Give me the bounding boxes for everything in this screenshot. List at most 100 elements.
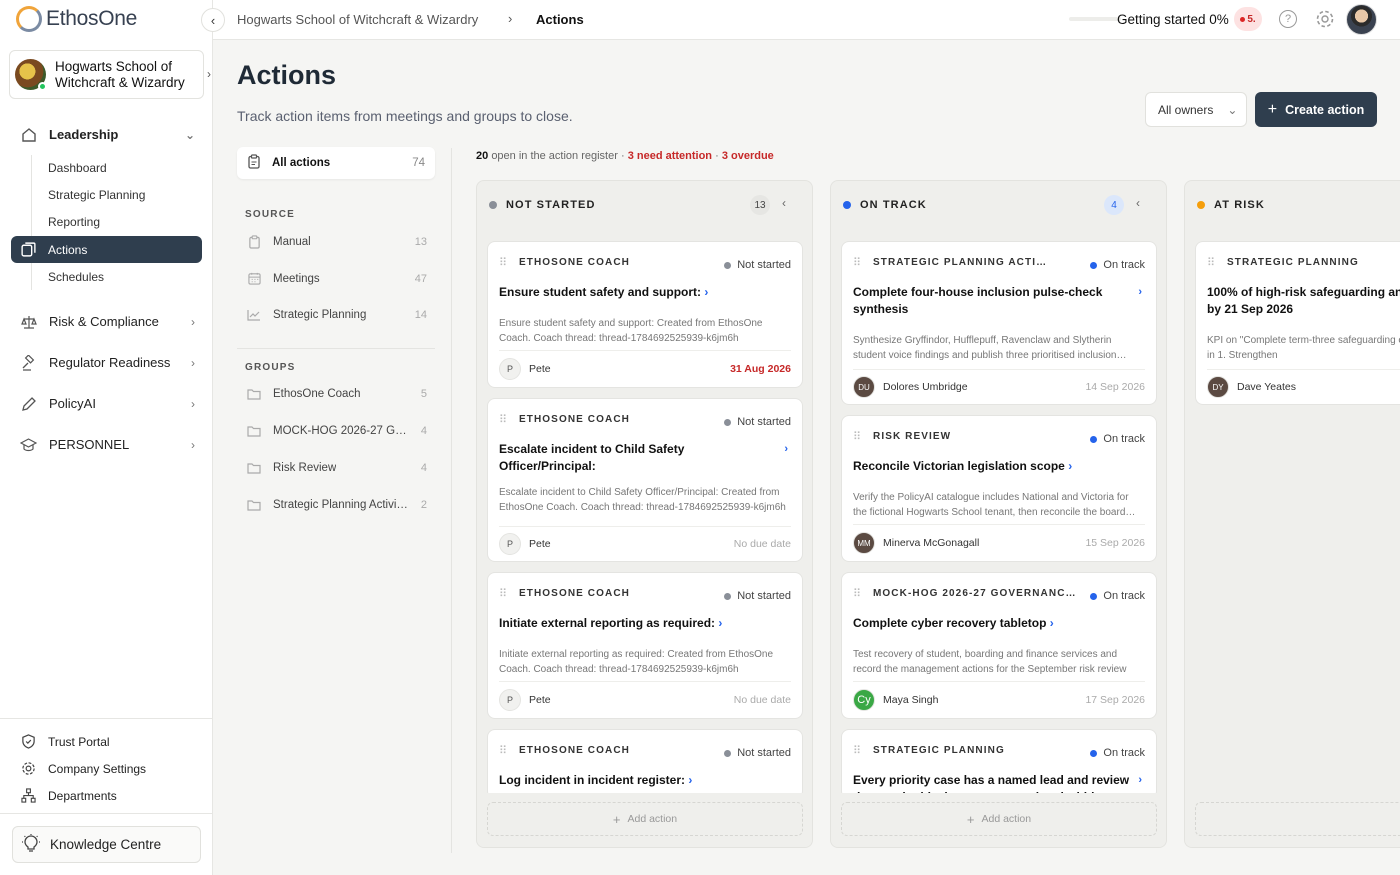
drag-handle-icon[interactable]: ⠿ xyxy=(853,744,861,757)
card-group-label: STRATEGIC PLANNING ACTIVITIES xyxy=(873,257,1053,268)
notification-badge[interactable]: 5. xyxy=(1234,7,1262,31)
sidebar-item-dashboard[interactable]: Dashboard xyxy=(48,161,107,175)
add-action-button[interactable]: +Add action xyxy=(1195,802,1400,836)
chevron-right-icon[interactable]: › xyxy=(207,67,211,81)
drag-handle-icon[interactable]: ⠿ xyxy=(499,744,507,757)
card-status[interactable]: Not started xyxy=(724,259,791,271)
card-title[interactable]: 100% of high-risk safeguarding and evide… xyxy=(1207,284,1400,318)
filter-source-strategic-planning[interactable]: Strategic Planning 14 xyxy=(247,309,427,321)
card-status[interactable]: On track xyxy=(1090,590,1145,602)
filter-count: 74 xyxy=(412,157,425,169)
drag-handle-icon[interactable]: ⠿ xyxy=(853,587,861,600)
nav-group-personnel[interactable]: PERSONNEL › xyxy=(20,436,195,453)
app-logo[interactable]: EthosOne xyxy=(16,5,137,33)
action-card[interactable]: ⠿ ETHOSONE COACH Not started Escalate incid… xyxy=(487,398,803,562)
open-card-chevron-icon[interactable]: › xyxy=(715,616,722,630)
drag-handle-icon[interactable]: ⠿ xyxy=(1207,256,1215,269)
sidebar-item-reporting[interactable]: Reporting xyxy=(48,215,100,229)
collapse-column-chevron-icon[interactable]: ‹ xyxy=(782,196,786,210)
create-action-button[interactable]: + Create action xyxy=(1255,92,1377,127)
open-card-chevron-icon[interactable]: › xyxy=(701,285,708,299)
collapse-sidebar-button[interactable]: ‹ xyxy=(201,8,225,32)
filter-group-mock-hog-governance[interactable]: MOCK-HOG 2026-27 Governance 4 xyxy=(247,425,427,437)
drag-handle-icon[interactable]: ⠿ xyxy=(499,256,507,269)
add-action-button[interactable]: +Add action xyxy=(487,802,803,836)
card-owner[interactable]: P Pete xyxy=(499,533,551,555)
card-title[interactable]: Complete four-house inclusion pulse-chec… xyxy=(853,284,1133,318)
filter-group-ethosone-coach[interactable]: EthosOne Coach 5 xyxy=(247,388,427,400)
card-status[interactable]: Not started xyxy=(724,416,791,428)
need-attention-link[interactable]: 3 need attention xyxy=(628,150,712,162)
user-avatar[interactable] xyxy=(1346,4,1377,35)
collapse-column-chevron-icon[interactable]: ‹ xyxy=(1136,196,1140,210)
card-owner[interactable]: P Pete xyxy=(499,689,551,711)
ethosone-logo-icon xyxy=(16,6,42,32)
filter-all-actions[interactable]: All actions 74 xyxy=(237,147,435,179)
sidebar-item-strategic-planning[interactable]: Strategic Planning xyxy=(48,188,145,202)
card-title[interactable]: Log incident in incident register: › xyxy=(499,772,779,789)
card-owner[interactable]: P Pete xyxy=(499,358,551,380)
card-title[interactable]: Ensure student safety and support: › xyxy=(499,284,779,301)
card-status[interactable]: Not started xyxy=(724,747,791,759)
sidebar-item-departments[interactable]: Departments xyxy=(20,788,117,803)
action-card[interactable]: ⠿ ETHOSONE COACH Not started Ensure student… xyxy=(487,241,803,388)
card-status-label: On track xyxy=(1103,259,1145,271)
nav-group-policyai[interactable]: PolicyAI › xyxy=(20,395,195,412)
drag-handle-icon[interactable]: ⠿ xyxy=(853,256,861,269)
owner-name: Dolores Umbridge xyxy=(883,381,968,393)
drag-handle-icon[interactable]: ⠿ xyxy=(499,413,507,426)
card-owner[interactable]: DY Dave Yeates xyxy=(1207,376,1296,398)
nav-group-leadership[interactable]: Leadership ⌄ xyxy=(20,126,195,143)
filter-source-meetings[interactable]: Meetings 47 xyxy=(247,272,427,285)
action-card[interactable]: ⠿ ETHOSONE COACH Not started Initiate exter… xyxy=(487,572,803,719)
open-card-chevron-icon[interactable]: › xyxy=(1065,459,1072,473)
action-card[interactable]: ⠿ STRATEGIC PLANNING On track Every priorit… xyxy=(841,729,1157,804)
sidebar-item-schedules[interactable]: Schedules xyxy=(48,270,104,284)
help-icon[interactable]: ? xyxy=(1279,10,1297,28)
action-card[interactable]: ⠿ ETHOSONE COACH Not started Log incident i… xyxy=(487,729,803,799)
drag-handle-icon[interactable]: ⠿ xyxy=(499,587,507,600)
open-card-chevron-icon[interactable]: › xyxy=(1046,616,1054,630)
nav-group-regulator-readiness[interactable]: Regulator Readiness › xyxy=(20,354,195,371)
actions-icon xyxy=(20,241,37,263)
sidebar-item-actions[interactable]: Actions xyxy=(48,243,87,257)
card-status[interactable]: On track xyxy=(1090,259,1145,271)
owners-filter-select[interactable]: All owners ⌄ xyxy=(1145,92,1247,127)
add-action-button[interactable]: +Add action xyxy=(841,802,1157,836)
getting-started-link[interactable]: Getting started 0% xyxy=(1117,12,1229,27)
org-switcher[interactable]: Hogwarts School of Witchcraft & Wizardry xyxy=(9,50,204,99)
open-card-chevron-icon[interactable]: › xyxy=(784,443,788,455)
card-title[interactable]: Initiate external reporting as required:… xyxy=(499,615,779,632)
action-card[interactable]: ⠿ STRATEGIC PLANNING 100% of high-risk saf… xyxy=(1195,241,1400,405)
drag-handle-icon[interactable]: ⠿ xyxy=(853,430,861,443)
action-card[interactable]: ⠿ RISK REVIEW On track Reconcile Victorian … xyxy=(841,415,1157,562)
action-card[interactable]: ⠿ MOCK-HOG 2026-27 GOVERNANCE ... On track… xyxy=(841,572,1157,719)
chevron-down-icon: ⌄ xyxy=(1227,102,1238,117)
open-card-chevron-icon[interactable]: › xyxy=(685,773,692,787)
filter-group-strategic-planning-activities[interactable]: Strategic Planning Activities 2 xyxy=(247,499,427,511)
overdue-link[interactable]: 3 overdue xyxy=(722,150,774,162)
status-dot-icon xyxy=(1090,592,1098,600)
filter-group-risk-review[interactable]: Risk Review 4 xyxy=(247,462,427,474)
card-title[interactable]: Complete cyber recovery tabletop › xyxy=(853,615,1133,632)
sidebar-item-actions-highlight[interactable] xyxy=(11,236,202,263)
nav-group-risk-compliance[interactable]: Risk & Compliance › xyxy=(20,313,195,330)
card-owner[interactable]: Cy Maya Singh xyxy=(853,689,938,711)
card-title[interactable]: Reconcile Victorian legislation scope › xyxy=(853,458,1133,475)
action-card[interactable]: ⠿ STRATEGIC PLANNING ACTIVITIES On track Co… xyxy=(841,241,1157,405)
card-status[interactable]: Not started xyxy=(724,590,791,602)
sidebar-item-company-settings[interactable]: Company Settings xyxy=(20,761,146,776)
card-owner[interactable]: DU Dolores Umbridge xyxy=(853,376,968,398)
knowledge-centre-button[interactable]: Knowledge Centre xyxy=(12,826,201,863)
card-status[interactable]: On track xyxy=(1090,433,1145,445)
open-card-chevron-icon[interactable]: › xyxy=(1138,286,1142,298)
settings-gear-icon[interactable] xyxy=(1315,9,1335,34)
card-status[interactable]: On track xyxy=(1090,747,1145,759)
card-divider xyxy=(1207,369,1400,370)
sidebar-item-trust-portal[interactable]: Trust Portal xyxy=(20,734,110,749)
open-card-chevron-icon[interactable]: › xyxy=(1138,774,1142,786)
card-owner[interactable]: MM Minerva McGonagall xyxy=(853,532,979,554)
card-title[interactable]: Escalate incident to Child Safety Office… xyxy=(499,441,779,475)
breadcrumb-org[interactable]: Hogwarts School of Witchcraft & Wizardry xyxy=(237,12,478,27)
filter-source-manual[interactable]: Manual 13 xyxy=(247,235,427,249)
